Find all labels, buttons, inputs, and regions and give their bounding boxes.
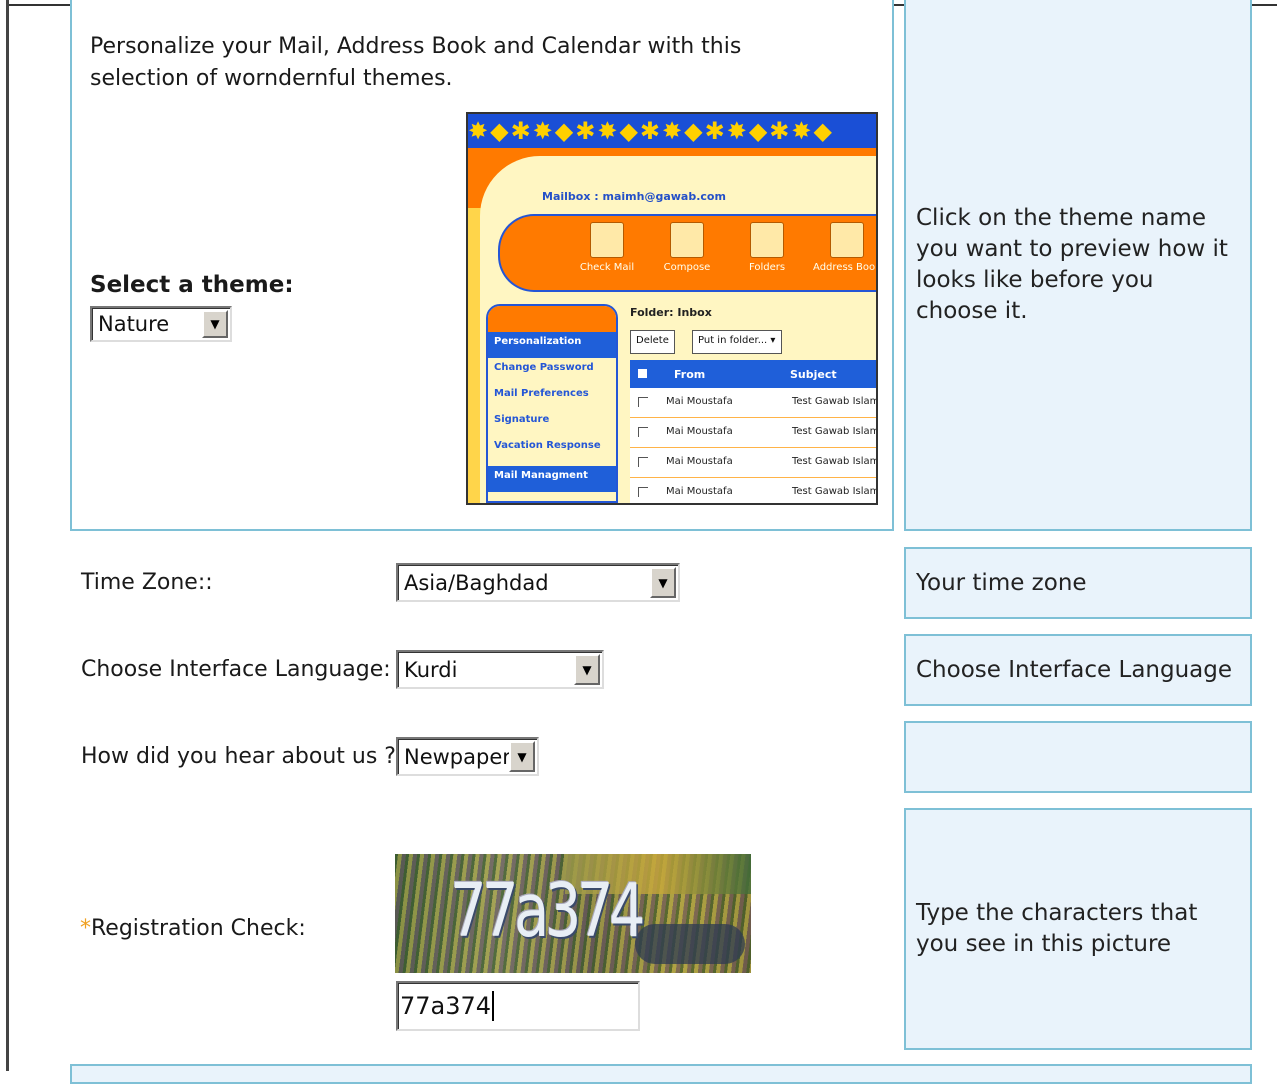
language-select[interactable]: Kurdi ▼ [396,650,604,689]
theme-select[interactable]: Nature ▼ [90,306,232,342]
theme-preview-image: ✸◆✱✸◆✱✸◆✱✸◆✱✸◆✱✸◆ Mailbox : maimh@gawab.… [466,112,878,505]
referral-label: How did you hear about us ? [81,744,396,769]
preview-compose: Compose [650,222,724,273]
captcha-text: 77a374 [450,868,646,954]
time-zone-label: Time Zone:: [81,570,213,595]
preview-side-item: Signature [494,414,550,425]
text-caret [492,991,495,1021]
preview-side-item: Personalization [488,332,616,358]
mail-icon [590,222,624,258]
window-left-border [6,0,9,1071]
time-zone-select[interactable]: Asia/Baghdad ▼ [396,563,680,602]
preview-side-item: Vacation Response [494,440,601,451]
chevron-down-icon[interactable]: ▼ [509,741,535,772]
preview-put-in-folder: Put in folder... ▾ [692,330,782,354]
theme-select-value: Nature [98,312,170,336]
chevron-down-icon[interactable]: ▼ [650,567,676,598]
preview-table-row: Mai Moustafa Test Gawab Islamic [630,478,876,503]
chevron-down-icon[interactable]: ▼ [202,310,228,338]
language-label: Choose Interface Language: [81,657,391,682]
address-book-icon [830,222,864,258]
preview-table-row: Mai Moustafa Test Gawab Islamic [630,448,876,478]
preview-delete-button: Delete [630,330,675,354]
referral-select[interactable]: Newpaper ▼ [396,737,539,776]
language-value: Kurdi [404,657,458,682]
captcha-input[interactable]: 77a374 [396,981,640,1031]
folder-icon [750,222,784,258]
next-section-panel [70,1064,1252,1084]
compose-icon [670,222,704,258]
captcha-input-value: 77a374 [400,992,492,1020]
preview-mailbox: Mailbox : maimh@gawab.com [542,190,726,203]
preview-check-mail: Check Mail [570,222,644,273]
registration-check-label: *Registration Check: [80,916,306,941]
language-help: Choose Interface Language [904,634,1252,706]
referral-help [904,721,1252,793]
preview-side-item: Mail Preferences [494,388,589,399]
preview-table-header: From Subject [630,360,876,388]
required-mark: * [80,916,91,941]
time-zone-help: Your time zone [904,547,1252,619]
theme-panel: Personalize your Mail, Address Book and … [70,0,894,531]
referral-value: Newpaper [404,744,511,769]
preview-side-item: Change Password [494,362,594,373]
theme-select-label: Select a theme: [90,272,294,298]
chevron-down-icon[interactable]: ▼ [574,654,600,685]
time-zone-value: Asia/Baghdad [404,570,549,595]
theme-help: Click on the theme name you want to prev… [904,0,1252,531]
butterfly-strip: ✸◆✱✸◆✱✸◆✱✸◆✱✸◆✱✸◆ [468,114,876,148]
preview-folder-label: Folder: Inbox [630,306,712,319]
preview-sidebar: Personalization Change Password Mail Pre… [486,304,618,503]
preview-message-table: From Subject Mai Moustafa Test Gawab Isl… [630,360,876,503]
preview-folders: Folders [730,222,804,273]
captcha-image: 77a374 [395,854,751,973]
preview-table-row: Mai Moustafa Test Gawab Islamic [630,418,876,448]
preview-toolbar: Check Mail Compose Folders Address Book [498,214,876,292]
registration-check-help: Type the characters that you see in this… [904,808,1252,1050]
preview-address-book: Address Book [810,222,876,273]
preview-table-row: Mai Moustafa Test Gawab Islamic [630,388,876,418]
theme-intro: Personalize your Mail, Address Book and … [90,34,742,91]
preview-side-item: Mail Managment [488,466,616,492]
